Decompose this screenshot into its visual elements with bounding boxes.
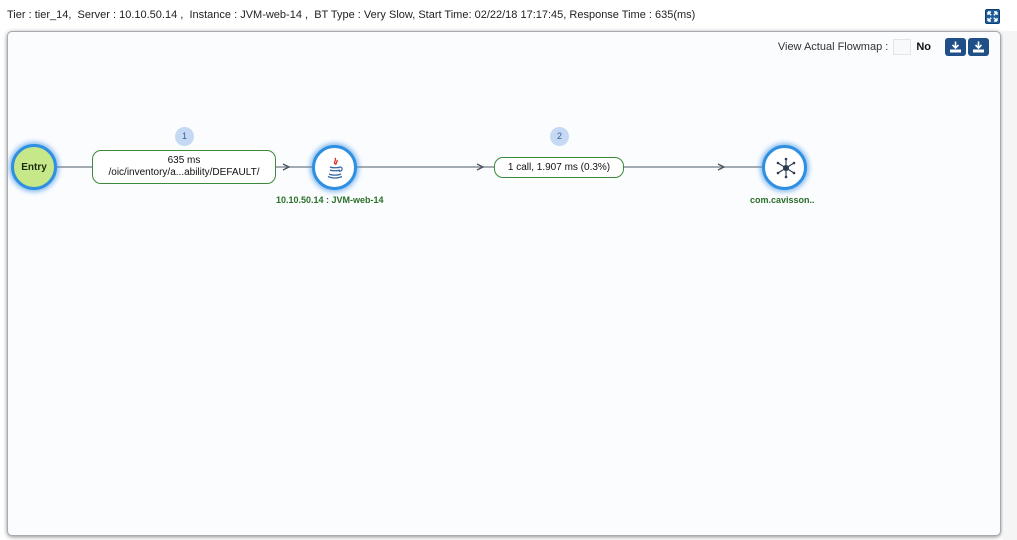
- vertical-scrollbar[interactable]: [1003, 31, 1017, 540]
- edge-badge-1: 1: [175, 127, 194, 146]
- instance-text: Instance : JVM-web-14 ,: [189, 9, 309, 21]
- edge-label-2[interactable]: 1 call, 1.907 ms (0.3%): [494, 157, 624, 178]
- bt-type-text: BT Type : Very Slow,: [314, 9, 416, 21]
- jvm-node-caption: 10.10.50.14 : JVM-web-14: [276, 195, 384, 205]
- title-bar: Tier : tier_14, Server : 10.10.50.14 , I…: [0, 0, 1017, 30]
- backend-node-caption: com.cavisson..: [750, 195, 815, 205]
- flow-edges: [57, 163, 762, 171]
- flowmap-panel: View Actual Flowmap : No Entry 1 635 ms: [7, 31, 1001, 536]
- jvm-node[interactable]: [312, 145, 357, 190]
- edge-label-1-url: /oic/inventory/a...ability/DEFAULT/: [108, 167, 260, 178]
- maximize-icon: [987, 11, 998, 22]
- start-time-text: Start Time: 02/22/18 17:17:45,: [418, 9, 567, 21]
- entry-node-label: Entry: [21, 161, 47, 173]
- edge-label-1[interactable]: 635 ms /oic/inventory/a...ability/DEFAUL…: [92, 150, 276, 184]
- tier-text: Tier : tier_14,: [7, 9, 72, 21]
- entry-node[interactable]: Entry: [11, 144, 57, 190]
- server-text: Server : 10.10.50.14 ,: [77, 9, 184, 21]
- maximize-button[interactable]: [985, 9, 1000, 24]
- edge-badge-2: 2: [550, 127, 569, 146]
- java-icon: [327, 157, 343, 179]
- response-time-text: Response Time : 635(ms): [569, 9, 696, 21]
- edge-label-1-time: 635 ms: [167, 155, 201, 166]
- backend-node[interactable]: [762, 145, 807, 190]
- network-hub-icon: [776, 157, 796, 179]
- bt-info-title: Tier : tier_14, Server : 10.10.50.14 , I…: [7, 9, 695, 21]
